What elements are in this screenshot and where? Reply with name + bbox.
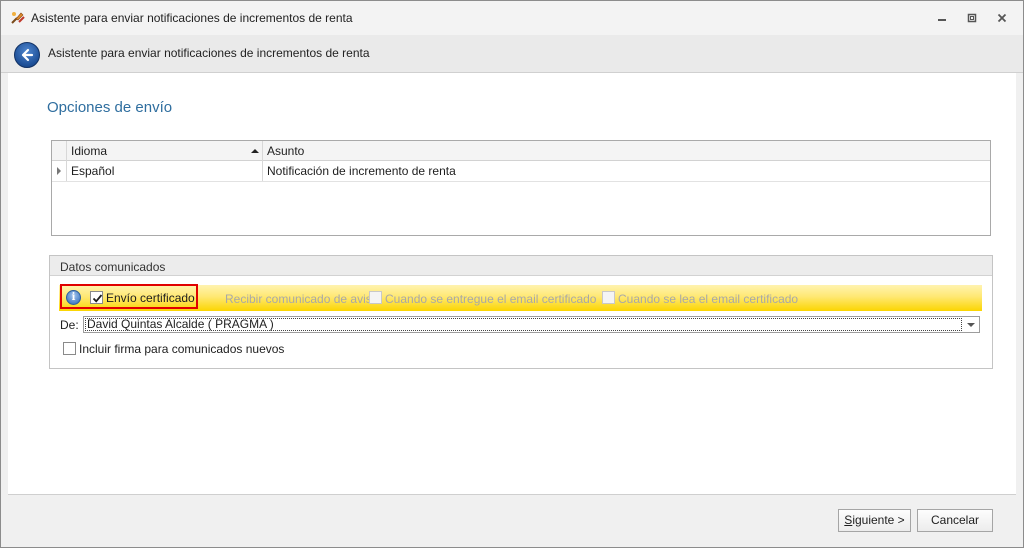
grid-indicator-header: [52, 141, 67, 161]
minimize-button[interactable]: [933, 9, 951, 27]
back-button[interactable]: [14, 42, 40, 68]
left-border-strip: [1, 73, 8, 542]
restore-icon: [967, 13, 977, 23]
column-header-asunto[interactable]: Asunto: [263, 141, 304, 161]
title-bar: Asistente para enviar notificaciones de …: [1, 1, 1023, 35]
siguiente-label: iguiente >: [852, 513, 905, 527]
de-value: David Quintas Alcalde ( PRAGMA ): [87, 317, 274, 331]
language-grid[interactable]: Idioma Asunto Español Notificación de in…: [51, 140, 991, 236]
table-row[interactable]: Español Notificación de incremento de re…: [52, 161, 990, 182]
cuando-lea-checkbox[interactable]: [602, 291, 615, 304]
header-title: Asistente para enviar notificaciones de …: [48, 46, 370, 60]
cell-idioma[interactable]: Español: [67, 161, 263, 181]
grid-header: Idioma Asunto: [52, 141, 990, 161]
certified-info-bar: i Envío certificado Recibir comunicado d…: [59, 284, 982, 311]
bottom-border-strip: [1, 542, 1023, 547]
minimize-icon: [938, 19, 946, 21]
datos-comunicados-group: Datos comunicados i Envío certificado Re…: [49, 255, 993, 369]
wizard-footer: Siguiente > Cancelar: [8, 494, 1016, 542]
close-icon: [997, 13, 1007, 23]
incluir-firma-label[interactable]: Incluir firma para comunicados nuevos: [79, 342, 284, 356]
recibir-aviso-label: Recibir comunicado de aviso:: [225, 292, 382, 306]
de-combobox[interactable]: David Quintas Alcalde ( PRAGMA ): [83, 316, 980, 333]
window-title: Asistente para enviar notificaciones de …: [31, 11, 353, 25]
cuando-entregue-label: Cuando se entregue el email certificado: [385, 292, 597, 306]
close-button[interactable]: [993, 9, 1011, 27]
cancelar-button[interactable]: Cancelar: [917, 509, 993, 532]
siguiente-button[interactable]: Siguiente >: [838, 509, 911, 532]
restore-button[interactable]: [963, 9, 981, 27]
wizard-window: Asistente para enviar notificaciones de …: [0, 0, 1024, 548]
combo-dropdown-button[interactable]: [963, 317, 979, 332]
column-label-idioma: Idioma: [71, 144, 108, 158]
cell-idioma-text: Español: [71, 164, 115, 178]
app-icon: [10, 10, 26, 26]
incluir-firma-checkbox[interactable]: [63, 342, 76, 355]
de-label: De:: [60, 318, 79, 332]
cuando-lea-label: Cuando se lea el email certificado: [618, 292, 799, 306]
chevron-down-icon: [967, 322, 975, 327]
cell-asunto[interactable]: Notificación de incremento de renta: [263, 161, 456, 181]
back-arrow-icon: [21, 48, 34, 62]
row-pointer-icon: [57, 167, 61, 175]
right-border-strip: [1016, 73, 1023, 542]
column-header-idioma[interactable]: Idioma: [67, 141, 263, 161]
row-indicator: [52, 161, 67, 181]
group-title: Datos comunicados: [60, 260, 166, 274]
wizard-header: Asistente para enviar notificaciones de …: [1, 35, 1023, 73]
cuando-entregue-checkbox[interactable]: [369, 291, 382, 304]
section-title: Opciones de envío: [47, 99, 173, 116]
highlight-box: [60, 284, 198, 309]
group-header: Datos comunicados: [50, 256, 992, 276]
sort-ascending-icon: [251, 149, 259, 153]
